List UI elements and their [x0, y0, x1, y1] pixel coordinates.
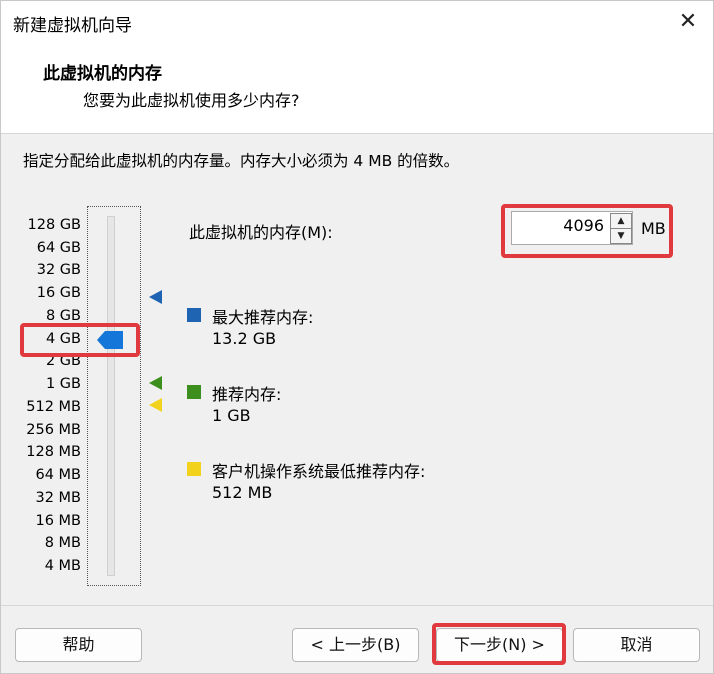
- page-title: 此虚拟机的内存: [43, 64, 162, 84]
- scale-label: 8 MB: [44, 535, 81, 551]
- min-recommended-marker-icon: [149, 398, 162, 412]
- memory-input-highlight-box: [501, 204, 673, 258]
- recommended-value: 1 GB: [212, 406, 251, 425]
- footer-divider: [1, 605, 713, 606]
- scale-label: 8 GB: [45, 308, 81, 324]
- memory-slider-track[interactable]: [107, 216, 115, 576]
- max-recommended-value: 13.2 GB: [212, 329, 277, 348]
- page-subtitle: 您要为此虚拟机使用多少内存?: [83, 91, 300, 110]
- recommended-swatch-icon: [187, 385, 201, 399]
- scale-label: 32 GB: [36, 262, 81, 278]
- scale-label: 256 MB: [26, 422, 81, 438]
- scale-label: 4 MB: [44, 558, 81, 574]
- scale-label: 32 MB: [35, 490, 81, 506]
- min-recommended-swatch-icon: [187, 462, 201, 476]
- close-icon[interactable]: ✕: [675, 9, 701, 35]
- wizard-window: 新建虚拟机向导 ✕ 此虚拟机的内存 您要为此虚拟机使用多少内存? 指定分配给此虚…: [0, 0, 714, 674]
- max-recommended-swatch-icon: [187, 308, 201, 322]
- max-recommended-title: 最大推荐内存:: [212, 308, 314, 327]
- back-button[interactable]: < 上一步(B): [292, 628, 419, 662]
- scale-label: 128 MB: [26, 444, 81, 460]
- scale-label: 64 GB: [36, 240, 81, 256]
- min-recommended-title: 客户机操作系统最低推荐内存:: [212, 462, 426, 481]
- max-recommended-marker-icon: [149, 290, 162, 304]
- recommended-marker-icon: [149, 376, 162, 390]
- scale-label: 512 MB: [26, 399, 81, 415]
- scale-label: 1 GB: [45, 376, 81, 392]
- memory-label: 此虚拟机的内存(M):: [189, 223, 333, 242]
- min-recommended-value: 512 MB: [212, 483, 273, 502]
- next-button-highlight-box: [432, 623, 566, 665]
- scale-highlight-box: [20, 323, 140, 357]
- instruction-text: 指定分配给此虚拟机的内存量。内存大小必须为 4 MB 的倍数。: [23, 152, 460, 170]
- cancel-button[interactable]: 取消: [573, 628, 700, 662]
- recommended-title: 推荐内存:: [212, 385, 282, 404]
- title-bar: 新建虚拟机向导 ✕: [1, 1, 713, 45]
- scale-label: 128 GB: [27, 217, 81, 233]
- window-title: 新建虚拟机向导: [13, 16, 132, 36]
- scale-label: 64 MB: [35, 467, 81, 483]
- scale-label: 16 GB: [36, 285, 81, 301]
- help-button[interactable]: 帮助: [15, 628, 142, 662]
- wizard-header: 此虚拟机的内存 您要为此虚拟机使用多少内存?: [1, 45, 713, 134]
- scale-label: 16 MB: [35, 513, 81, 529]
